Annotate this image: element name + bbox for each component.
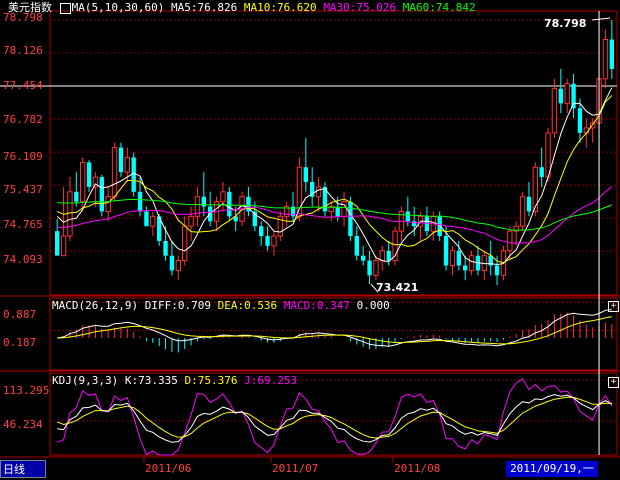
ma-toggle-icon[interactable] [59, 2, 71, 14]
candle-body [227, 191, 232, 217]
candle-body [169, 255, 175, 271]
kdj-legend: KDJ(9,3,3) K:73.335 D:75.376 J:69.253 [52, 374, 297, 388]
stock-chart[interactable] [0, 0, 620, 480]
candle-body [526, 196, 532, 212]
candle-body [60, 235, 67, 257]
candle-body [551, 88, 558, 134]
candle-body [124, 156, 130, 173]
candle-body [539, 167, 544, 178]
candle-body [405, 211, 410, 222]
high-price-label: 78.798 [544, 17, 587, 30]
macd-expand-icon[interactable]: + [608, 301, 619, 312]
candle-body [386, 250, 391, 261]
candle-body [111, 147, 118, 198]
candle-body [507, 230, 513, 252]
price-tick-2: 77.454 [3, 79, 43, 92]
kdj-j-line [57, 378, 613, 456]
price-tick-7: 74.093 [3, 253, 43, 266]
candle-body [361, 255, 366, 261]
kdj-j: J:69.253 [244, 374, 298, 387]
candle-body [519, 196, 526, 227]
candle-body [188, 215, 194, 227]
candle-body [437, 216, 442, 237]
candle-body [74, 191, 79, 202]
current-date-badge: 2011/09/19,一 [506, 461, 598, 477]
candle-body [86, 162, 92, 187]
candle-body [494, 265, 500, 276]
x-label-2: 2011/08 [394, 462, 441, 475]
candle-body [443, 236, 449, 266]
macd-tick-0: 0.887 [3, 308, 37, 321]
ma-params: MA(5,10,30,60) [71, 1, 165, 14]
price-tick-6: 74.765 [3, 218, 43, 231]
candle-body [99, 177, 104, 212]
kdj-tick-1: 46.234 [3, 418, 43, 431]
candle-body [558, 88, 563, 104]
price-tick-0: 78.798 [3, 11, 43, 24]
candle-body [367, 260, 372, 276]
candle-body [67, 191, 73, 237]
candle-body [137, 191, 143, 212]
candle-body [335, 206, 340, 217]
macd-tick-1: 0.187 [3, 336, 37, 349]
candle-body [468, 255, 475, 271]
ma60-value: MA60:74.842 [402, 1, 476, 14]
price-panel-frame [49, 10, 618, 296]
macd-dea: DEA:0.536 [217, 299, 278, 312]
candle-body [118, 147, 124, 173]
candle-body [449, 250, 456, 267]
price-tick-4: 76.109 [3, 150, 43, 163]
ma30-value: MA30:75.026 [323, 1, 397, 14]
candle-body [220, 191, 226, 203]
ma10-value: MA10:76.620 [243, 1, 317, 14]
candle-body [379, 250, 385, 262]
candle-body [144, 211, 149, 227]
price-legend: 美元指数 MA(5,10,30,60) MA5:76.826 MA10:76.6… [8, 1, 476, 15]
candle-body [412, 221, 417, 227]
kdj-params: KDJ(9,3,3) [52, 374, 119, 387]
candle-body [163, 240, 168, 256]
price-tick-1: 78.126 [3, 44, 43, 57]
candle-body [348, 201, 353, 237]
ma5-value: MA5:76.826 [170, 1, 238, 14]
tab-daily[interactable]: 日线 [0, 460, 46, 478]
candle-body [463, 265, 468, 271]
macd-zero: 0.000 [356, 299, 390, 312]
x-label-0: 2011/06 [145, 462, 192, 475]
kdj-expand-icon[interactable]: + [608, 377, 619, 388]
ma-line-ma5 [56, 87, 613, 266]
candle-body [265, 236, 270, 246]
macd-value: MACD:0.347 [283, 299, 351, 312]
macd-diff: DIFF:0.709 [144, 299, 211, 312]
candle-body [105, 196, 111, 212]
x-label-1: 2011/07 [272, 462, 319, 475]
price-tick-3: 76.782 [3, 113, 43, 126]
candle-body [182, 225, 188, 262]
candle-body [259, 226, 264, 237]
candle-body [609, 39, 614, 69]
candle-body [456, 250, 461, 266]
kdj-d: D:75.376 [184, 374, 238, 387]
candle-body [373, 260, 379, 276]
candle-body [564, 83, 570, 104]
kdj-tick-0: 113.295 [3, 384, 50, 397]
candle-body [315, 186, 322, 198]
low-price-label: 73.421 [376, 281, 419, 294]
macd-legend: MACD(26,12,9) DIFF:0.709 DEA:0.536 MACD:… [52, 299, 390, 313]
candle-body [175, 260, 181, 271]
candle-body [354, 236, 359, 256]
price-tick-5: 75.437 [3, 183, 43, 196]
candle-body [150, 215, 156, 227]
candle-body [577, 108, 583, 133]
kdj-k: K:73.335 [124, 374, 178, 387]
candle-body [303, 167, 308, 182]
candle-body [271, 235, 277, 247]
candle-body [602, 38, 609, 80]
candle-body [80, 161, 86, 203]
candle-body [55, 231, 60, 256]
macd-params: MACD(26,12,9) [52, 299, 139, 312]
